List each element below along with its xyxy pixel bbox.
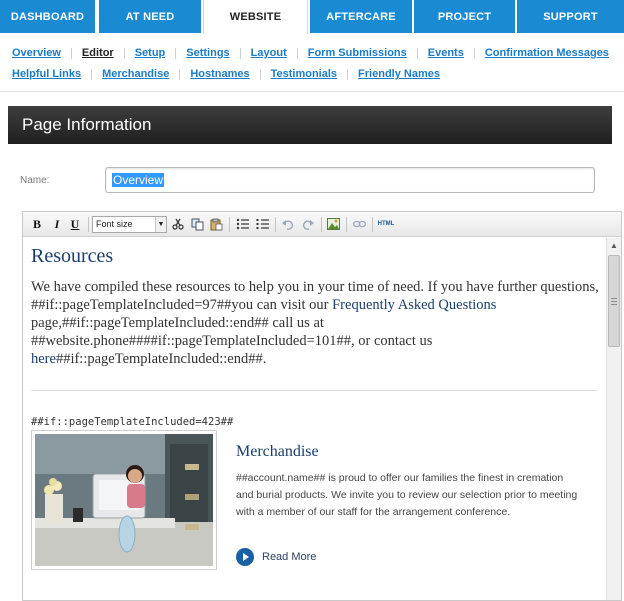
divider <box>31 390 597 391</box>
sub-nav-overview[interactable]: Overview <box>12 47 61 59</box>
contact-here-link[interactable]: here <box>31 351 56 367</box>
undo-icon[interactable] <box>281 216 295 232</box>
merchandise-photo <box>31 430 217 570</box>
play-arrow-icon <box>236 548 254 566</box>
name-input-value: Overview <box>112 173 165 187</box>
scrollbar-thumb[interactable] <box>608 255 620 347</box>
toolbar-separator <box>229 217 230 232</box>
name-input[interactable]: Overview <box>105 167 595 193</box>
html-source-button[interactable]: HTML <box>377 216 395 232</box>
sub-navigation: Overview Editor Setup Settings Layout Fo… <box>0 34 624 92</box>
separator <box>239 47 241 59</box>
read-more-label: Read More <box>262 551 317 563</box>
sub-nav-friendly-names[interactable]: Friendly Names <box>358 68 440 80</box>
resources-text-part-1: We have compiled these resources to help… <box>31 279 599 313</box>
separator <box>259 68 261 80</box>
italic-button[interactable]: I <box>51 216 63 232</box>
editor-toolbar: B I U Font size ▼ HTML <box>23 212 621 237</box>
separator <box>91 68 93 80</box>
separator <box>179 68 181 80</box>
faq-link[interactable]: Frequently Asked Questions <box>332 297 496 313</box>
toolbar-separator <box>88 217 89 232</box>
resources-text-part-3: ##if::pageTemplateIncluded::end##. <box>55 351 267 367</box>
resources-paragraph: We have compiled these resources to help… <box>31 278 601 368</box>
tab-dashboard[interactable]: DASHBOARD <box>0 0 95 33</box>
font-size-label: Font size <box>96 219 133 229</box>
toolbar-separator <box>275 217 276 232</box>
sub-nav-row-2: Helpful Links Merchandise Hostnames Test… <box>12 67 440 81</box>
rich-text-editor: B I U Font size ▼ HTML Resources We have… <box>22 211 622 601</box>
separator <box>347 68 349 80</box>
bullet-list-icon[interactable] <box>235 216 249 232</box>
sub-nav-row-1: Overview Editor Setup Settings Layout Fo… <box>12 46 609 60</box>
merchandise-paragraph: ##account.name## is proud to offer our f… <box>236 472 578 518</box>
editor-scrollbar[interactable]: ▲ <box>606 238 621 600</box>
sub-nav-editor[interactable]: Editor <box>82 47 114 59</box>
toolbar-separator <box>372 217 373 232</box>
font-size-select[interactable]: Font size ▼ <box>92 216 167 233</box>
separator <box>296 47 298 59</box>
redo-icon[interactable] <box>301 216 315 232</box>
sub-nav-helpful-links[interactable]: Helpful Links <box>12 68 81 80</box>
name-label: Name: <box>20 175 50 186</box>
page-title: Page Information <box>22 115 152 134</box>
sub-nav-hostnames[interactable]: Hostnames <box>190 68 249 80</box>
sub-nav-setup[interactable]: Setup <box>135 47 166 59</box>
grip-icon <box>611 298 617 305</box>
scroll-up-icon[interactable]: ▲ <box>607 238 621 252</box>
tab-project[interactable]: PROJECT <box>414 0 515 33</box>
numbered-list-icon[interactable] <box>255 216 269 232</box>
copy-icon[interactable] <box>190 216 204 232</box>
editor-content[interactable]: Resources We have compiled these resourc… <box>23 238 606 600</box>
tab-website[interactable]: WEBSITE <box>203 0 308 34</box>
tab-aftercare[interactable]: AFTERCARE <box>310 0 412 33</box>
separator <box>416 47 418 59</box>
cut-icon[interactable] <box>171 216 185 232</box>
link-icon[interactable] <box>352 216 366 232</box>
top-navigation: DASHBOARD AT NEED WEBSITE AFTERCARE PROJ… <box>0 0 624 34</box>
toolbar-separator <box>346 217 347 232</box>
resources-heading: Resources <box>31 245 114 267</box>
merchandise-heading: Merchandise <box>236 443 319 460</box>
underline-button[interactable]: U <box>69 216 81 232</box>
tab-at-need[interactable]: AT NEED <box>99 0 201 33</box>
separator <box>123 47 125 59</box>
separator <box>473 47 475 59</box>
sub-nav-events[interactable]: Events <box>428 47 464 59</box>
toolbar-separator <box>321 217 322 232</box>
resources-text-part-2: page,##if::pageTemplateIncluded::end## c… <box>31 315 433 349</box>
read-more-link[interactable]: Read More <box>236 548 316 566</box>
chevron-down-icon: ▼ <box>155 217 166 232</box>
page-information-header: Page Information <box>8 106 612 144</box>
sub-nav-confirmation-messages[interactable]: Confirmation Messages <box>485 47 609 59</box>
separator <box>70 47 72 59</box>
sub-nav-merchandise[interactable]: Merchandise <box>102 68 169 80</box>
tab-support[interactable]: SUPPORT <box>517 0 624 33</box>
separator <box>175 47 177 59</box>
sub-nav-layout[interactable]: Layout <box>251 47 287 59</box>
bold-button[interactable]: B <box>31 216 43 232</box>
template-tag: ##if::pageTemplateIncluded=423## <box>31 416 234 428</box>
sub-nav-form-submissions[interactable]: Form Submissions <box>308 47 407 59</box>
paste-icon[interactable] <box>209 216 223 232</box>
sub-nav-settings[interactable]: Settings <box>186 47 229 59</box>
insert-image-icon[interactable] <box>326 216 340 232</box>
sub-nav-testimonials[interactable]: Testimonials <box>271 68 337 80</box>
